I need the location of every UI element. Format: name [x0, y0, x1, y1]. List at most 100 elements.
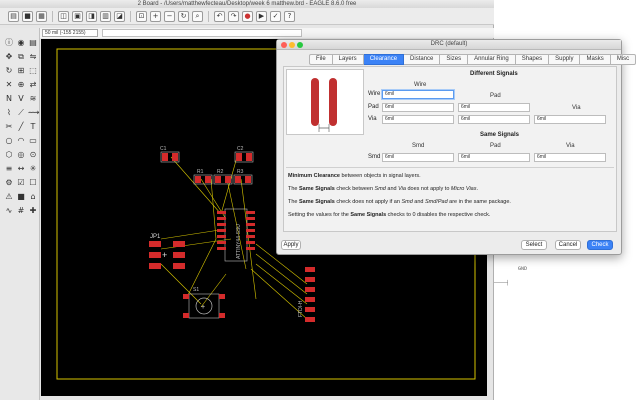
smd-via-field[interactable]: 6mil	[534, 153, 606, 162]
grid-icon[interactable]: #	[16, 206, 26, 216]
tab-sizes[interactable]: Sizes	[440, 54, 469, 65]
clearance-illustration	[286, 69, 364, 135]
align-icon[interactable]: ⊞	[16, 66, 26, 76]
value-icon[interactable]: V	[16, 94, 26, 104]
command-line-input[interactable]	[102, 29, 302, 37]
polygon-icon[interactable]: ⬡	[4, 150, 14, 160]
rect-icon[interactable]: ▭	[28, 136, 38, 146]
col-wire: Wire	[414, 82, 427, 88]
mirror-icon[interactable]: ⇋	[28, 52, 38, 62]
pad-pad-field[interactable]: 6mil	[458, 103, 530, 112]
schematic-icon[interactable]: ◨	[86, 10, 97, 22]
info-icon[interactable]: ⓘ	[4, 38, 14, 48]
mark-icon[interactable]: ✚	[28, 206, 38, 216]
smd-smd-field[interactable]: 6mil	[382, 153, 454, 162]
row-via: Via	[368, 116, 377, 122]
help-icon[interactable]: ?	[284, 10, 295, 22]
clearance-diagram-icon	[311, 78, 337, 132]
hole-icon[interactable]: ⊙	[28, 150, 38, 160]
go-icon[interactable]: ▶	[256, 10, 267, 22]
save-icon[interactable]: ■	[22, 10, 33, 22]
print-icon[interactable]: ▦	[36, 10, 47, 22]
cam-icon[interactable]: ◫	[58, 10, 69, 22]
optimize-icon[interactable]: ⟋	[16, 108, 26, 118]
capacitor-c2[interactable]: C2	[234, 146, 254, 163]
eye-icon[interactable]: ◉	[16, 38, 26, 48]
name-icon[interactable]: N	[4, 94, 14, 104]
delete-icon[interactable]: ✕	[4, 80, 14, 90]
tab-annular-ring[interactable]: Annular Ring	[468, 54, 516, 65]
label-c1: C1	[160, 146, 167, 152]
ripup-icon[interactable]: ✂	[4, 122, 14, 132]
label-c2: C2	[237, 146, 244, 152]
capacitor-c1[interactable]: C1	[160, 146, 180, 163]
tab-file[interactable]: File	[309, 54, 333, 65]
zoom-in-icon[interactable]: +	[150, 10, 161, 22]
split-icon[interactable]: ⌇	[4, 108, 14, 118]
check-button[interactable]: Check	[587, 240, 613, 250]
replace-icon[interactable]: ⇄	[28, 80, 38, 90]
meander-icon[interactable]: ∿	[4, 206, 14, 216]
smash-icon[interactable]: ≋	[28, 94, 38, 104]
erc-icon[interactable]: ☑	[16, 178, 26, 188]
route-icon[interactable]: ⟿	[28, 108, 39, 118]
group-icon[interactable]: ⬚	[28, 66, 38, 76]
errors-icon[interactable]: ⚠	[4, 192, 14, 202]
library-icon[interactable]: ▥	[100, 10, 111, 22]
display-layers-icon[interactable]: ▤	[28, 38, 38, 48]
drc-tool-icon[interactable]: ☐	[28, 178, 38, 188]
apply-button[interactable]: Apply	[281, 240, 301, 250]
tab-clearance[interactable]: Clearance	[363, 54, 405, 65]
zoom-out-icon[interactable]: −	[164, 10, 175, 22]
ulp-icon[interactable]: ◪	[114, 10, 125, 22]
via-icon[interactable]: ◎	[16, 150, 26, 160]
drc-icon[interactable]: ✓	[270, 10, 281, 22]
copy-icon[interactable]: ⧉	[16, 52, 26, 62]
via-via-field[interactable]: 6mil	[534, 115, 606, 124]
attribute-icon[interactable]: ≡	[4, 164, 14, 174]
stop-icon[interactable]: ●	[242, 10, 253, 22]
ftdi-header[interactable]: FTDI-H	[298, 267, 315, 322]
via-wire-field[interactable]: 6mil	[382, 115, 454, 124]
tab-layers[interactable]: Layers	[332, 54, 364, 65]
ratsnest-icon[interactable]: ✳	[28, 164, 38, 174]
switch-s1[interactable]: S1 +	[183, 287, 225, 319]
smd-pad-field[interactable]: 6mil	[458, 153, 530, 162]
wire-icon[interactable]: ╱	[16, 122, 26, 132]
zoom-select-icon[interactable]: ⌕	[192, 10, 203, 22]
drc-title: DRC (default)	[430, 41, 468, 47]
arc-icon[interactable]: ◠	[16, 136, 26, 146]
row-pad: Pad	[368, 104, 379, 110]
jumper-jp1[interactable]: JP1 +	[149, 234, 185, 269]
circle-icon[interactable]: ○	[4, 136, 14, 146]
redo-icon[interactable]: ↷	[228, 10, 239, 22]
same-signals-title: Same Signals	[480, 132, 520, 138]
wire-wire-field[interactable]: 6mil	[382, 90, 454, 99]
board-icon[interactable]: ▣	[72, 10, 83, 22]
cancel-button[interactable]: Cancel	[555, 240, 581, 250]
zoom-fit-icon[interactable]: ⊡	[136, 10, 147, 22]
tab-supply[interactable]: Supply	[549, 54, 581, 65]
tab-distance[interactable]: Distance	[404, 54, 441, 65]
resistor-r2[interactable]: R2	[213, 169, 233, 185]
resistor-r3[interactable]: R3	[233, 169, 253, 185]
via-pad-field[interactable]: 6mil	[458, 115, 530, 124]
pad-wire-field[interactable]: 6mil	[382, 103, 454, 112]
ic-attiny44[interactable]: ATTINY44-SSU	[217, 208, 255, 262]
add-icon[interactable]: ⊕	[16, 80, 26, 90]
autorouter-icon[interactable]: ⚙	[4, 178, 14, 188]
text-icon[interactable]: T	[28, 122, 38, 132]
undo-icon[interactable]: ↶	[214, 10, 225, 22]
zoom-redraw-icon[interactable]: ↻	[178, 10, 189, 22]
tab-misc[interactable]: Misc	[610, 54, 637, 65]
open-icon[interactable]: ▤	[8, 10, 19, 22]
move-icon[interactable]: ✥	[4, 52, 14, 62]
lock-icon[interactable]: ⌂	[28, 192, 38, 202]
rotate-icon[interactable]: ↻	[4, 66, 14, 76]
label-r2: R2	[217, 169, 224, 175]
tab-shapes[interactable]: Shapes	[515, 54, 550, 65]
dimension-icon[interactable]: ↔	[16, 164, 26, 174]
tab-masks[interactable]: Masks	[580, 54, 611, 65]
layer-color-icon[interactable]: ■	[16, 192, 26, 202]
select-button[interactable]: Select	[521, 240, 547, 250]
